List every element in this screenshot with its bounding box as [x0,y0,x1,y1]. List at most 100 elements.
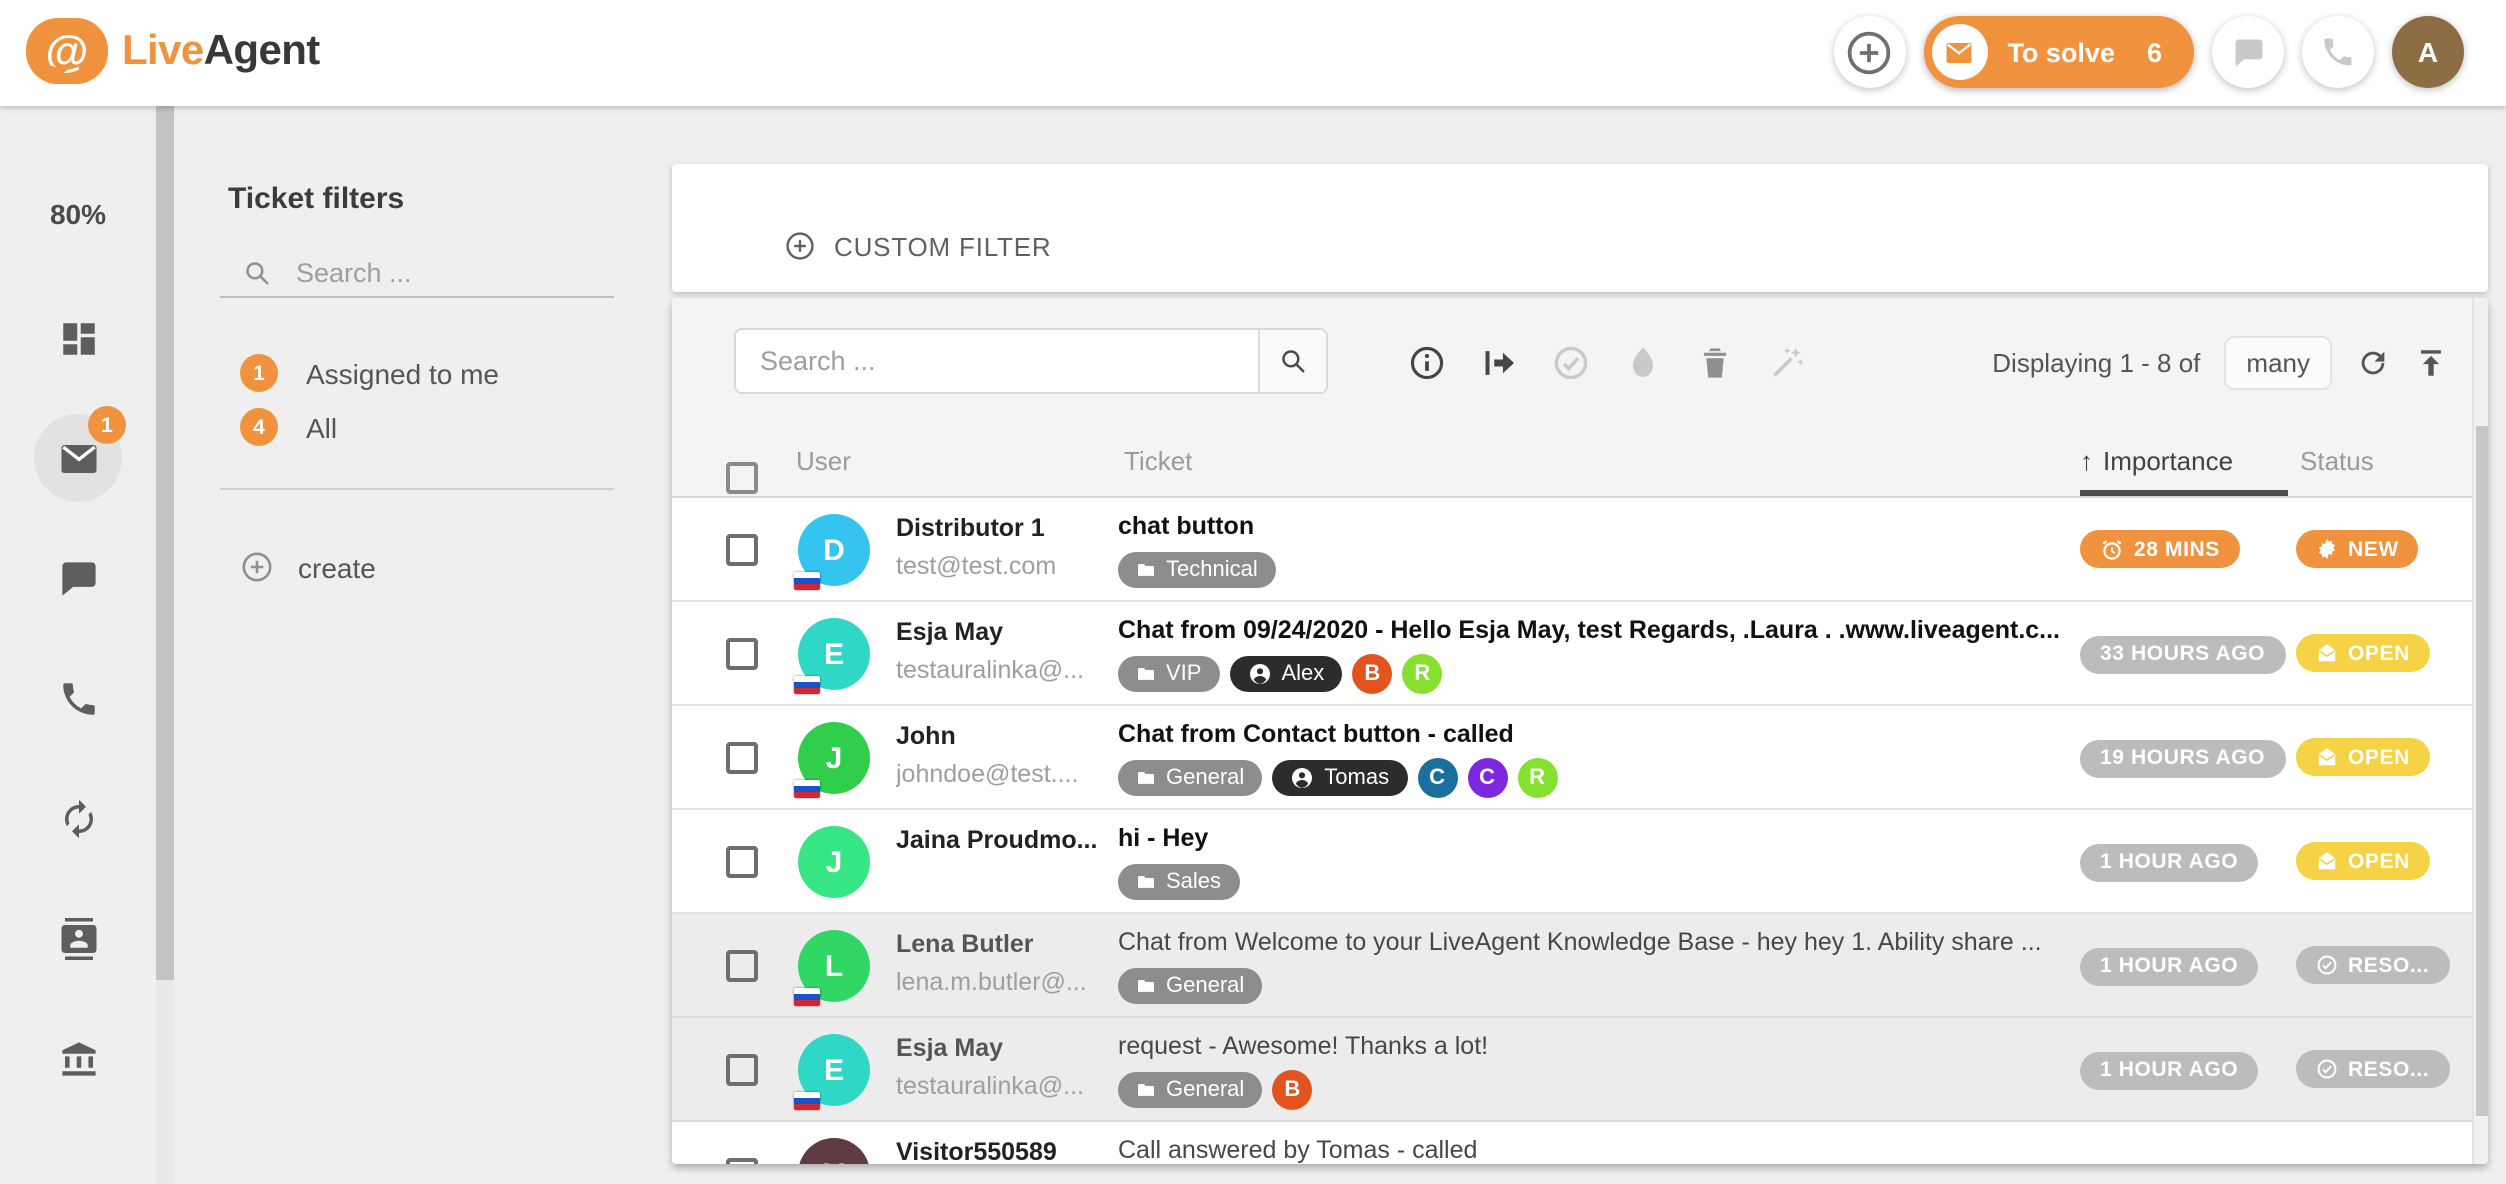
refresh-icon[interactable] [2356,345,2390,379]
ticket-title[interactable]: chat button [1118,510,2186,542]
ticket-title[interactable]: request - Awesome! Thanks a lot! [1118,1030,2186,1062]
tickets-card: Displaying 1 - 8 of many User Ticket ↑Im… [672,298,2488,1164]
slovakia-flag-icon [794,780,820,798]
user-name: Lena Butler [896,930,1110,960]
department-tag[interactable]: General [1118,968,1262,1004]
user-cell: Jaina Proudmo... [896,826,1110,856]
phone-icon [57,677,99,719]
department-tag[interactable]: Technical [1118,552,1276,588]
envelope-icon [57,437,99,479]
filter-label: Assigned to me [306,357,499,389]
select-all-checkbox[interactable] [726,462,758,494]
left-scrollbar[interactable] [156,106,174,1184]
user-avatar: E [798,618,870,690]
scrollbar-thumb[interactable] [2476,426,2488,1116]
tag-dot[interactable]: B [1272,1070,1312,1110]
ticket-title[interactable]: Chat from Contact button - called [1118,718,2186,750]
sidebar-item-automation[interactable] [34,774,122,862]
right-scrollbar[interactable] [2472,298,2488,1164]
user-avatar-button[interactable]: A [2392,16,2464,88]
filter-item[interactable]: 1Assigned to me [220,346,614,400]
create-filter-button[interactable]: create [240,550,376,584]
tag-dot[interactable]: R [1517,758,1557,798]
flame-icon[interactable] [1624,343,1662,381]
department-tag[interactable]: VIP [1118,656,1219,692]
table-row[interactable]: EEsja Maytestauralinka@...request - Awes… [672,1018,2488,1122]
sidebar-item-company[interactable] [34,1014,122,1102]
count-badge: 4 [240,408,278,446]
check-circle-icon[interactable] [1552,343,1590,381]
table-row[interactable]: JJohnjohndoe@test....Chat from Contact b… [672,706,2488,810]
info-icon[interactable] [1408,343,1446,381]
ticket-title[interactable]: Chat from 09/24/2020 - Hello Esja May, t… [1118,614,2186,646]
open-envelope-icon [2316,642,2338,664]
calls-button[interactable] [2302,16,2374,88]
forward-icon[interactable] [1480,343,1518,381]
liveagent-logo[interactable]: @ LiveAgent [26,18,320,84]
user-avatar: D [798,514,870,586]
status-cell: NEW [2296,530,2419,570]
row-checkbox[interactable] [726,1158,758,1164]
agent-tag[interactable]: Alex [1229,656,1342,692]
user-name: Esja May [896,618,1110,648]
table-row[interactable]: LLena Butlerlena.m.butler@...Chat from W… [672,914,2488,1018]
sidebar-item-dashboard[interactable] [34,294,122,382]
table-row[interactable]: JJaina Proudmo...hi - HeySales1 HOUR AGO… [672,810,2488,914]
displaying-text: Displaying 1 - 8 of [1992,347,2200,377]
slovakia-flag-icon [794,1092,820,1110]
tag-dot[interactable]: R [1402,654,1442,694]
scrollbar-thumb[interactable] [156,106,174,980]
column-status[interactable]: Status [2300,446,2374,476]
sidebar-item-tickets[interactable]: 1 [34,414,122,502]
column-ticket[interactable]: Ticket [1124,446,1192,476]
page-size-select[interactable]: many [2224,335,2332,389]
tag-dot[interactable]: C [1417,758,1457,798]
to-solve-button[interactable]: To solve 6 [1923,16,2194,88]
agent-tag[interactable]: Tomas [1272,760,1407,796]
department-tag[interactable]: General [1118,760,1262,796]
wand-icon[interactable] [1768,343,1806,381]
ticket-title[interactable]: Call answered by Tomas - called [1118,1134,2186,1164]
filters-search[interactable] [220,250,614,298]
filters-search-input[interactable] [292,256,572,290]
filter-item[interactable]: 4All [220,400,614,454]
user-name: Esja May [896,1034,1110,1064]
add-button[interactable] [1833,16,1905,88]
row-checkbox[interactable] [726,846,758,878]
user-cell: Lena Butlerlena.m.butler@... [896,930,1110,996]
department-tag[interactable]: General [1118,1072,1262,1108]
row-checkbox[interactable] [726,638,758,670]
sidebar-item-contacts[interactable] [34,894,122,982]
sidebar-item-chats[interactable] [34,534,122,622]
chats-button[interactable] [2212,16,2284,88]
ticket-title[interactable]: hi - Hey [1118,822,2186,854]
custom-filter-button[interactable]: CUSTOM FILTER [784,230,1051,262]
slovakia-flag-icon [794,676,820,694]
logo-bubble-icon: @ [26,18,108,84]
tag-dot[interactable]: B [1352,654,1392,694]
ticket-tags: Sales [1118,862,2186,902]
to-solve-count: 6 [2147,37,2162,67]
ticket-cell: Chat from Contact button - called General… [1118,718,2186,798]
tickets-search[interactable] [734,328,1328,394]
row-checkbox[interactable] [726,1054,758,1086]
status-cell: RESO... [2296,946,2449,986]
importance-cell: 28 MINS [2080,530,2240,571]
ticket-title[interactable]: Chat from Welcome to your LiveAgent Know… [1118,926,2186,958]
table-row[interactable]: EEsja Maytestauralinka@...Chat from 09/2… [672,602,2488,706]
tickets-search-input[interactable] [736,346,1258,376]
slovakia-flag-icon [794,572,820,590]
table-row[interactable]: DDistributor 1test@test.comchat buttonTe… [672,498,2488,602]
collapse-top-icon[interactable] [2414,345,2448,379]
table-row[interactable]: VVisitor550589Call answered by Tomas - c… [672,1122,2488,1164]
search-button[interactable] [1258,330,1326,392]
sidebar-item-calls[interactable] [34,654,122,742]
row-checkbox[interactable] [726,742,758,774]
row-checkbox[interactable] [726,950,758,982]
column-importance[interactable]: ↑Importance [2080,446,2233,476]
column-user[interactable]: User [796,446,851,476]
row-checkbox[interactable] [726,534,758,566]
tag-dot[interactable]: C [1467,758,1507,798]
department-tag[interactable]: Sales [1118,864,1239,900]
trash-icon[interactable] [1696,343,1734,381]
